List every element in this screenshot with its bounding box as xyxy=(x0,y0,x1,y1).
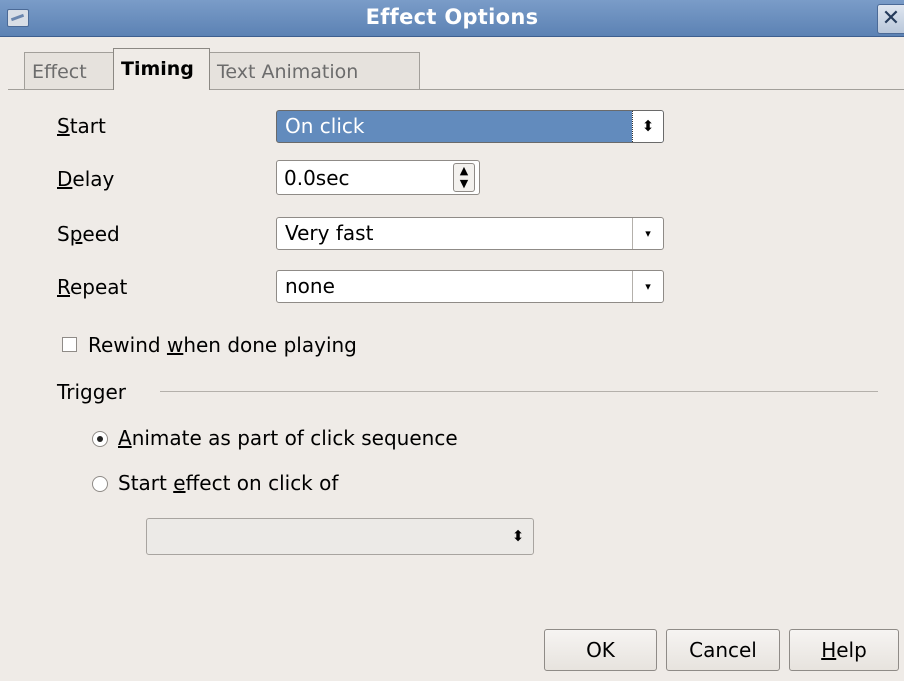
spin-up-icon[interactable]: ▲ xyxy=(454,164,474,177)
rewind-label[interactable]: Rewind when done playing xyxy=(88,333,357,357)
speed-label: Speed xyxy=(57,222,120,246)
start-effect-radio[interactable] xyxy=(92,476,108,492)
spin-down-icon[interactable]: ▼ xyxy=(454,177,474,190)
repeat-value: none xyxy=(285,274,335,298)
repeat-label: Repeat xyxy=(57,275,128,299)
close-button[interactable]: ✕ xyxy=(877,4,904,34)
window-title: Effect Options xyxy=(365,5,539,29)
rewind-checkbox[interactable] xyxy=(62,337,77,352)
trigger-heading: Trigger xyxy=(57,380,126,404)
tab-effect[interactable]: Effect xyxy=(24,52,114,89)
title-bar[interactable]: Effect Options ✕ xyxy=(0,0,904,37)
shape-select: ⬍ xyxy=(146,518,534,555)
start-label: Start xyxy=(57,114,106,138)
updown-arrows-icon[interactable]: ⬍ xyxy=(632,111,663,142)
delay-spin-field[interactable]: 0.0sec ▲ ▼ xyxy=(276,160,480,195)
start-effect-label[interactable]: Start effect on click of xyxy=(118,471,338,495)
effect-options-dialog: Effect Options ✕ Effect Timing Text Anim… xyxy=(0,0,904,681)
delay-label: Delay xyxy=(57,167,115,191)
help-button[interactable]: Help xyxy=(789,629,899,671)
updown-arrows-icon: ⬍ xyxy=(511,527,525,545)
speed-select[interactable]: Very fast ▾ xyxy=(276,217,664,250)
tab-text-animation[interactable]: Text Animation xyxy=(209,52,420,89)
repeat-select[interactable]: none ▾ xyxy=(276,270,664,303)
trigger-separator xyxy=(160,391,878,392)
start-value: On click xyxy=(285,114,365,138)
animate-label[interactable]: Animate as part of click sequence xyxy=(118,426,458,450)
tab-timing[interactable]: Timing xyxy=(113,48,210,90)
start-select[interactable]: On click ⬍ xyxy=(276,110,664,143)
cancel-button[interactable]: Cancel xyxy=(666,629,780,671)
animate-radio[interactable] xyxy=(92,431,108,447)
delay-spin-buttons[interactable]: ▲ ▼ xyxy=(453,163,475,192)
chevron-down-icon[interactable]: ▾ xyxy=(632,218,663,249)
speed-value: Very fast xyxy=(285,221,374,245)
delay-value: 0.0sec xyxy=(284,166,350,190)
chevron-down-icon[interactable]: ▾ xyxy=(632,271,663,302)
ok-button[interactable]: OK xyxy=(544,629,657,671)
